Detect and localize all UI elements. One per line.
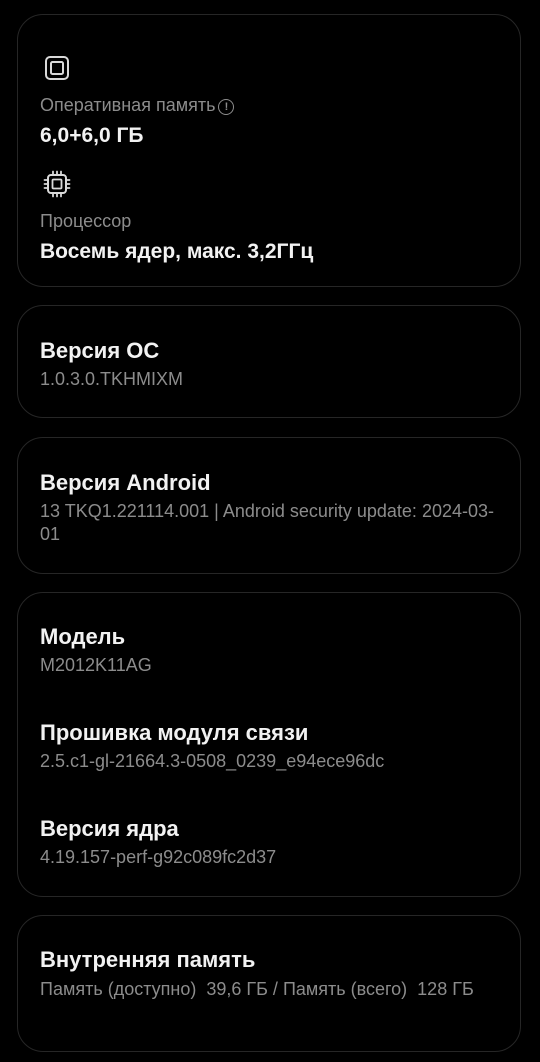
memory-chip-icon	[42, 53, 72, 83]
info-icon[interactable]: !	[218, 99, 235, 115]
os-version-card[interactable]: Версия ОС 1.0.3.0.TKHMIXM	[17, 305, 521, 418]
baseband-title: Прошивка модуля связи	[40, 720, 309, 745]
storage-value: Память (доступно) 39,6 ГБ / Память (всег…	[40, 979, 474, 999]
model-value: M2012K11AG	[40, 655, 152, 675]
kernel-value: 4.19.157-perf-g92c089fc2d37	[40, 847, 277, 867]
cpu-value: Восемь ядер, макс. 3,2ГГц	[40, 240, 314, 263]
device-info-card: Модель M2012K11AG Прошивка модуля связи …	[17, 592, 521, 897]
storage-card[interactable]: Внутренняя память Память (доступно) 39,6…	[17, 915, 521, 1052]
ram-label: Оперативная память!	[40, 95, 235, 116]
hardware-card: Оперативная память! 6,0+6,0 ГБ Процессор…	[17, 14, 521, 287]
baseband-value: 2.5.c1-gl-21664.3-0508_0239_e94ece96dc	[40, 751, 385, 771]
model-title: Модель	[40, 624, 126, 649]
android-version-title: Версия Android	[40, 470, 211, 495]
os-version-value: 1.0.3.0.TKHMIXM	[40, 369, 184, 389]
processor-chip-icon	[42, 169, 72, 199]
cpu-label: Процессор	[40, 211, 132, 231]
android-version-card[interactable]: Версия Android 13 TKQ1.221114.001 | Andr…	[17, 437, 521, 574]
ram-value: 6,0+6,0 ГБ	[40, 124, 144, 147]
kernel-title: Версия ядра	[40, 816, 179, 841]
os-version-title: Версия ОС	[40, 338, 160, 363]
storage-title: Внутренняя память	[40, 947, 256, 972]
android-version-value: 13 TKQ1.221114.001 | Android security up…	[40, 501, 494, 544]
